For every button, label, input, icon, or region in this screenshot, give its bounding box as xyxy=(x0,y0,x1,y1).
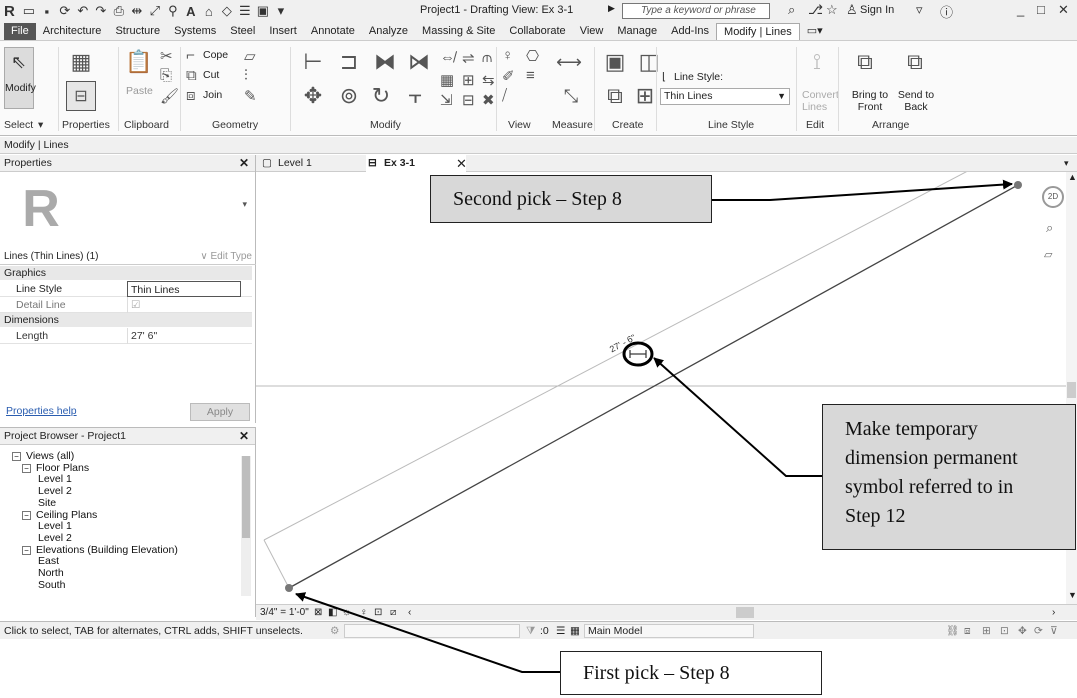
callout-line: dimension permanent xyxy=(845,447,1018,469)
annotation-arrows xyxy=(295,179,1013,673)
callout-second-pick: Second pick – Step 8 xyxy=(430,175,712,223)
callout-line: Make temporary xyxy=(845,418,978,440)
callout-line: Step 12 xyxy=(845,505,906,527)
callout-temp-dimension: Make temporary dimension permanent symbo… xyxy=(822,404,1076,550)
callout-first-pick: First pick – Step 8 xyxy=(560,651,822,695)
arrow-first-pick xyxy=(295,592,560,673)
callout-line: symbol referred to in xyxy=(845,476,1014,498)
arrow-second-pick xyxy=(712,179,1013,201)
arrow-temp-dim xyxy=(653,357,822,477)
